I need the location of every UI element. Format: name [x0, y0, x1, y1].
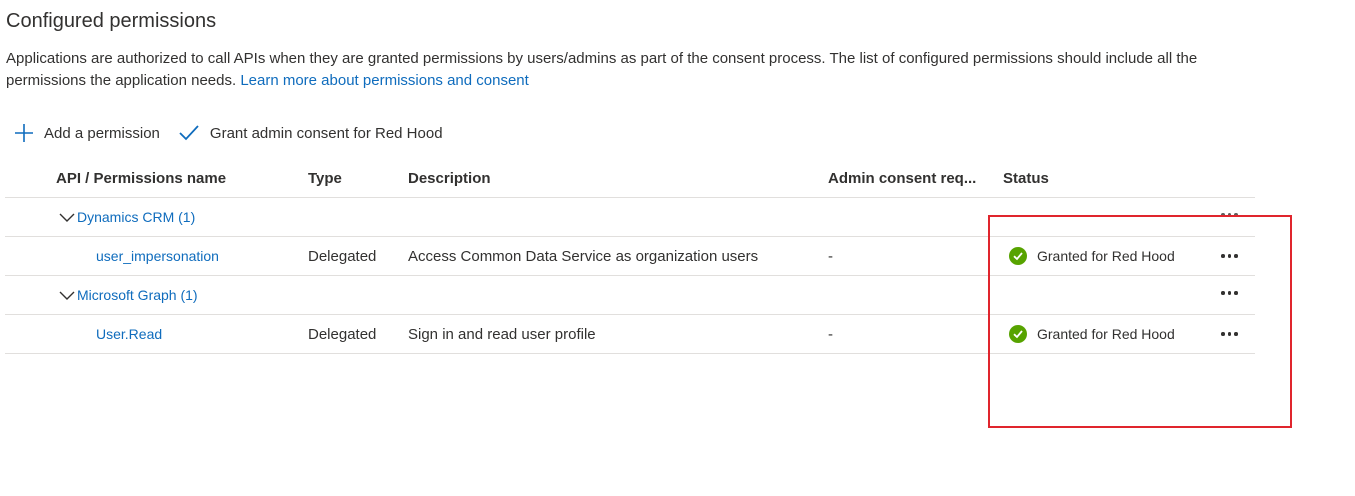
description-text: Applications are authorized to call APIs…: [6, 50, 1198, 89]
permission-type: Delegated: [308, 247, 377, 265]
column-header-description[interactable]: Description: [408, 160, 491, 197]
grant-admin-consent-button[interactable]: Grant admin consent for Red Hood: [178, 123, 443, 143]
table-header: API / Permissions name Type Description …: [5, 160, 1255, 198]
highlight-box: [988, 215, 1292, 428]
add-permission-button[interactable]: Add a permission: [14, 123, 160, 143]
page-title: Configured permissions: [6, 10, 217, 32]
permission-type: Delegated: [308, 325, 377, 343]
grant-admin-consent-label: Grant admin consent for Red Hood: [209, 124, 443, 142]
column-header-type[interactable]: Type: [308, 160, 342, 197]
column-header-admin-consent[interactable]: Admin consent req...: [828, 160, 976, 197]
permission-description: Access Common Data Service as organizati…: [408, 247, 759, 265]
group-toggle[interactable]: Dynamics CRM (1): [59, 198, 195, 236]
permission-name-link[interactable]: user_impersonation: [96, 237, 219, 275]
group-name: Microsoft Graph (1): [77, 287, 198, 303]
chevron-down-icon: [59, 213, 75, 222]
admin-consent-value: -: [828, 247, 833, 265]
group-toggle[interactable]: Microsoft Graph (1): [59, 276, 198, 314]
column-header-name[interactable]: API / Permissions name: [56, 160, 226, 197]
add-permission-label: Add a permission: [44, 124, 160, 142]
learn-more-link[interactable]: Learn more about permissions and consent: [240, 72, 529, 89]
checkmark-icon: [179, 125, 199, 141]
permission-description: Sign in and read user profile: [408, 325, 596, 343]
plus-icon: [15, 124, 33, 142]
section-description: Applications are authorized to call APIs…: [6, 48, 1251, 92]
group-name: Dynamics CRM (1): [77, 209, 196, 225]
permission-name-link[interactable]: User.Read: [96, 315, 162, 353]
toolbar: Add a permission Grant admin consent for…: [14, 121, 461, 145]
chevron-down-icon: [59, 291, 75, 300]
column-header-status[interactable]: Status: [1003, 160, 1049, 197]
admin-consent-value: -: [828, 325, 833, 343]
